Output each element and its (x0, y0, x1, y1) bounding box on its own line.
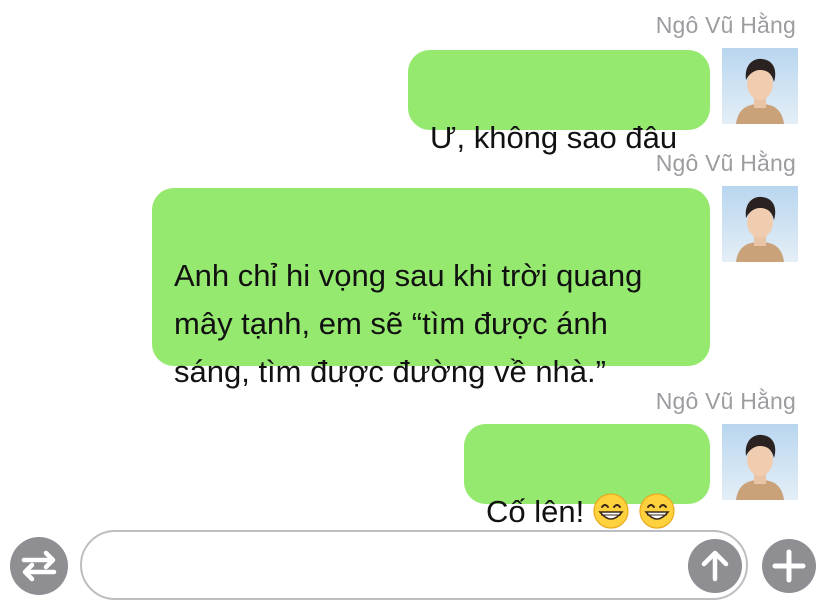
message-bubble[interactable]: Anh chỉ hi vọng sau khi trời quang mây t… (152, 188, 710, 389)
message-text: Ư, không sao đâu (430, 120, 678, 155)
swap-arrows-icon[interactable] (10, 537, 68, 595)
plus-icon[interactable] (762, 539, 816, 593)
sender-name: Ngô Vũ Hằng (655, 388, 796, 414)
avatar-image (722, 48, 798, 124)
sender-name: Ngô Vũ Hằng (655, 12, 796, 38)
avatar[interactable] (722, 186, 798, 262)
message-input[interactable] (80, 530, 748, 600)
avatar[interactable] (722, 48, 798, 124)
sender-name: Ngô Vũ Hằng (655, 150, 796, 176)
message-bubble[interactable]: Cố lên! (464, 424, 710, 529)
arrow-up-icon[interactable] (688, 539, 742, 593)
grinning-face-icon (638, 492, 676, 530)
message-text: Anh chỉ hi vọng sau khi trời quang mây t… (174, 258, 643, 389)
grinning-face-icon (592, 492, 630, 530)
avatar-image (722, 186, 798, 262)
avatar[interactable] (722, 424, 798, 500)
message-text: Cố lên! (486, 494, 585, 529)
message-bubble[interactable]: Ư, không sao đâu (408, 50, 710, 155)
avatar-image (722, 424, 798, 500)
